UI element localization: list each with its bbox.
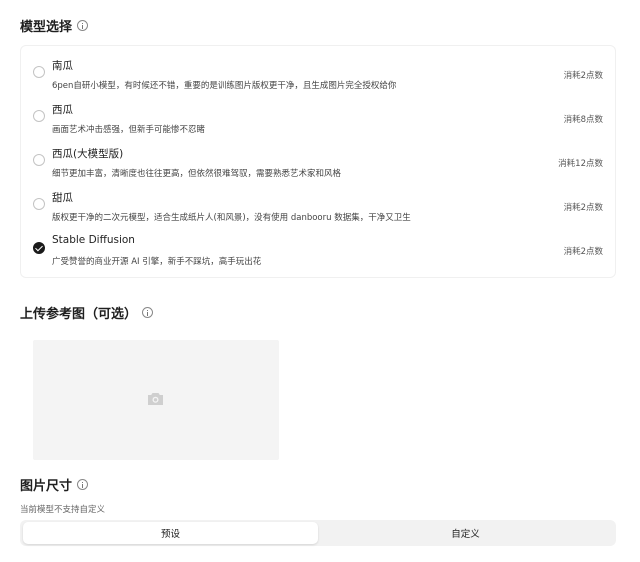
- model-radio[interactable]: [33, 110, 45, 122]
- model-cost: 消耗8点数: [563, 115, 603, 125]
- model-section-title: 模型选择: [20, 16, 89, 35]
- model-cost: 消耗12点数: [558, 159, 603, 169]
- model-radio-checked[interactable]: [33, 242, 45, 254]
- upload-section-title: 上传参考图（可选）: [20, 303, 154, 322]
- info-icon[interactable]: [142, 307, 154, 318]
- model-option-tiangua[interactable]: 甜瓜 版权更干净的二次元模型，适合生成纸片人(和风景)，没有使用 danboor…: [21, 178, 617, 223]
- model-cost: 消耗2点数: [563, 247, 603, 257]
- model-radio[interactable]: [33, 198, 45, 210]
- camera-icon: [148, 393, 163, 405]
- model-name: Stable Diffusion: [52, 234, 135, 246]
- model-description: 广受赞誉的商业开源 AI 引擎，新手不踩坑，高手玩出花: [52, 257, 262, 267]
- info-icon[interactable]: [77, 20, 89, 31]
- info-icon[interactable]: [77, 479, 89, 490]
- model-option-xigua[interactable]: 西瓜 画面艺术冲击感强，但新手可能惨不忍睹 消耗8点数: [21, 90, 617, 135]
- model-cost: 消耗2点数: [563, 203, 603, 213]
- model-name: 甜瓜: [52, 192, 73, 204]
- size-note: 当前模型不支持自定义: [20, 505, 106, 515]
- model-option-xigua-large[interactable]: 西瓜(大模型版) 细节更加丰富，清晰度也往往更高，但依然很难驾驭，需要熟悉艺术家…: [21, 134, 617, 179]
- model-list: 南瓜 6pen自研小模型，有时候还不错，重要的是训练图片版权更干净，且生成图片完…: [20, 45, 616, 278]
- size-section-title: 图片尺寸: [20, 475, 89, 494]
- size-mode-segmented-control: 预设 自定义: [20, 520, 616, 546]
- model-name: 西瓜(大模型版): [52, 148, 124, 160]
- model-name: 西瓜: [52, 104, 73, 116]
- model-radio[interactable]: [33, 154, 45, 166]
- upload-section-title-text: 上传参考图（可选）: [20, 307, 138, 322]
- size-section-title-text: 图片尺寸: [20, 479, 73, 494]
- size-preset-tab[interactable]: 预设: [23, 522, 318, 544]
- model-radio[interactable]: [33, 66, 45, 78]
- model-cost: 消耗2点数: [563, 71, 603, 81]
- model-section-title-text: 模型选择: [20, 20, 73, 35]
- size-custom-tab[interactable]: 自定义: [318, 522, 613, 544]
- model-name: 南瓜: [52, 60, 73, 72]
- model-option-nangua[interactable]: 南瓜 6pen自研小模型，有时候还不错，重要的是训练图片版权更干净，且生成图片完…: [21, 46, 617, 91]
- model-option-stable-diffusion[interactable]: Stable Diffusion 广受赞誉的商业开源 AI 引擎，新手不踩坑，高…: [21, 222, 617, 267]
